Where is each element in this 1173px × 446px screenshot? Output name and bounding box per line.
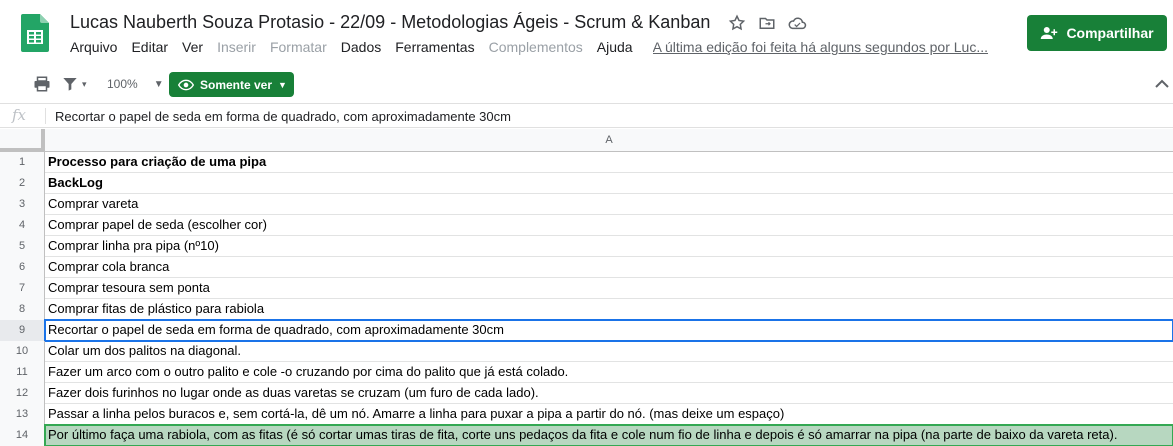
row-number[interactable]: 5 — [0, 236, 45, 257]
cell[interactable]: Processo para criação de uma pipa — [45, 152, 1173, 173]
table-row: 12 Fazer dois furinhos no lugar onde as d… — [0, 383, 1173, 404]
table-row: 1 Processo para criação de uma pipa — [0, 152, 1173, 173]
table-row: 2 BackLog — [0, 173, 1173, 194]
table-row: 11 Fazer um arco com o outro palito e col… — [0, 362, 1173, 383]
cell[interactable]: Comprar cola branca — [45, 257, 1173, 278]
row-number[interactable]: 10 — [0, 341, 45, 362]
cell[interactable]: Colar um dos palitos na diagonal. — [45, 341, 1173, 362]
active-cell[interactable]: Recortar o papel de seda em forma de qua… — [44, 319, 1173, 342]
menu-dados[interactable]: Dados — [341, 39, 381, 55]
row-number[interactable]: 11 — [0, 362, 45, 383]
menu-editar[interactable]: Editar — [131, 39, 168, 55]
view-mode-label: Somente ver — [200, 77, 273, 92]
table-row: 3 Comprar vareta — [0, 194, 1173, 215]
menu-bar: Arquivo Editar Ver Inserir Formatar Dado… — [70, 39, 991, 55]
table-row: 8 Comprar fitas de plástico para rabiola — [0, 299, 1173, 320]
share-button[interactable]: Compartilhar — [1027, 15, 1167, 51]
formula-bar: fx Recortar o papel de seda em forma de … — [0, 103, 1173, 128]
cell[interactable]: Comprar linha pra pipa (nº10) — [45, 236, 1173, 257]
cell[interactable]: Comprar tesoura sem ponta — [45, 278, 1173, 299]
title-icons — [727, 13, 807, 33]
row-number[interactable]: 12 — [0, 383, 45, 404]
filter-dropdown-icon: ▾ — [82, 78, 87, 89]
table-row: 7 Comprar tesoura sem ponta — [0, 278, 1173, 299]
row-number[interactable]: 9 — [0, 320, 45, 341]
print-icon[interactable] — [33, 72, 51, 96]
menu-ajuda[interactable]: Ajuda — [597, 39, 633, 55]
share-button-label: Compartilhar — [1066, 25, 1154, 41]
fx-icon: fx — [12, 106, 27, 124]
formula-input[interactable]: Recortar o papel de seda em forma de qua… — [55, 109, 511, 124]
cell[interactable]: Comprar fitas de plástico para rabiola — [45, 299, 1173, 320]
rows-container: 1 Processo para criação de uma pipa 2 Back… — [0, 152, 1173, 446]
filter-icon[interactable]: ▾ — [62, 72, 87, 96]
cell[interactable]: Passar a linha pelos buracos e, sem cort… — [45, 404, 1173, 425]
table-row: 13 Passar a linha pelos buracos e, sem co… — [0, 404, 1173, 425]
menu-complementos[interactable]: Complementos — [489, 39, 583, 55]
add-person-icon — [1041, 27, 1058, 39]
formula-divider — [45, 108, 46, 124]
view-mode-button[interactable]: Somente ver ▼ — [169, 72, 294, 97]
cell[interactable]: Fazer dois furinhos no lugar onde as dua… — [45, 383, 1173, 404]
document-title[interactable]: Lucas Nauberth Souza Protasio - 22/09 - … — [70, 12, 710, 33]
menu-formatar[interactable]: Formatar — [270, 39, 327, 55]
cell[interactable]: BackLog — [45, 173, 1173, 194]
star-icon[interactable] — [727, 13, 747, 33]
app-header: Lucas Nauberth Souza Protasio - 22/09 - … — [0, 0, 1173, 64]
cell[interactable]: Fazer um arco com o outro palito e cole … — [45, 362, 1173, 383]
menu-ver[interactable]: Ver — [182, 39, 203, 55]
highlighted-cell[interactable]: Por último faça uma rabiola, com as fita… — [44, 424, 1173, 446]
row-number[interactable]: 6 — [0, 257, 45, 278]
table-row: 10 Colar um dos palitos na diagonal. — [0, 341, 1173, 362]
row-number[interactable]: 13 — [0, 404, 45, 425]
row-number[interactable]: 14 — [0, 425, 45, 446]
last-edit-link[interactable]: A última edição foi feita há alguns segu… — [653, 39, 991, 55]
select-all-corner[interactable] — [0, 129, 45, 152]
move-to-folder-icon[interactable] — [757, 13, 777, 33]
table-row: 6 Comprar cola branca — [0, 257, 1173, 278]
cell[interactable]: Comprar papel de seda (escolher cor) — [45, 215, 1173, 236]
column-header-a[interactable]: A — [45, 129, 1173, 152]
row-number[interactable]: 8 — [0, 299, 45, 320]
row-number[interactable]: 7 — [0, 278, 45, 299]
table-row-selected: 9 Recortar o papel de seda em forma de qu… — [0, 319, 1173, 342]
table-row-highlighted: 14 Por último faça uma rabiola, com as fi… — [0, 424, 1173, 446]
row-number[interactable]: 3 — [0, 194, 45, 215]
zoom-select[interactable]: 100% ▼ — [107, 72, 164, 96]
row-number[interactable]: 1 — [0, 152, 45, 173]
view-mode-dropdown-icon: ▼ — [278, 79, 287, 90]
table-row: 5 Comprar linha pra pipa (nº10) — [0, 236, 1173, 257]
table-row: 4 Comprar papel de seda (escolher cor) — [0, 215, 1173, 236]
cloud-status-icon[interactable] — [787, 13, 807, 33]
cell[interactable]: Comprar vareta — [45, 194, 1173, 215]
collapse-menu-icon[interactable] — [1155, 72, 1169, 96]
menu-inserir[interactable]: Inserir — [217, 39, 256, 55]
sheets-logo-icon[interactable] — [21, 14, 49, 52]
menu-ferramentas[interactable]: Ferramentas — [395, 39, 474, 55]
eye-icon — [178, 79, 194, 90]
spreadsheet-grid: A 1 Processo para criação de uma pipa 2 Ba… — [0, 129, 1173, 446]
row-number[interactable]: 2 — [0, 173, 45, 194]
row-number[interactable]: 4 — [0, 215, 45, 236]
chevron-down-icon: ▼ — [153, 78, 164, 90]
menu-arquivo[interactable]: Arquivo — [70, 39, 117, 55]
zoom-value: 100% — [107, 77, 138, 91]
